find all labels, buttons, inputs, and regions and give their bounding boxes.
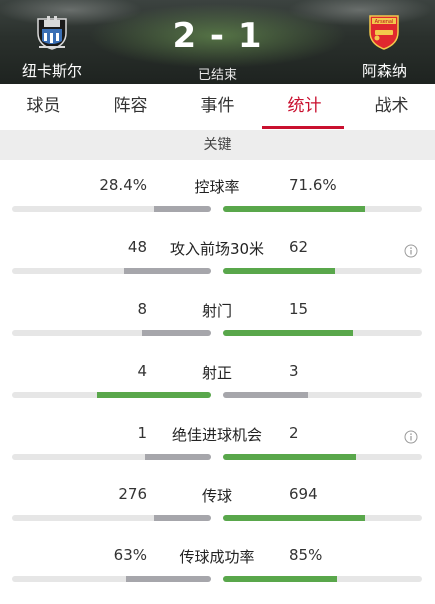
stat-away-value: 71.6% [289, 176, 337, 194]
stat-label: 传球 [201, 487, 232, 505]
match-header: 纽卡斯尔 2 - 1 已结束 Arsenal 阿森纳 [0, 0, 435, 84]
tab-players[interactable]: 球员 [0, 84, 87, 130]
home-bar-track [12, 206, 211, 212]
home-bar-track [12, 454, 211, 460]
info-icon[interactable] [404, 244, 418, 258]
away-bar-track [223, 515, 422, 521]
stat-away-value: 62 [289, 238, 309, 256]
stat-label: 控球率 [194, 178, 240, 196]
home-bar-fill [97, 392, 211, 398]
section-header-key: 关键 [0, 130, 435, 160]
stat-away-value: 85% [289, 546, 323, 564]
active-tab-indicator [262, 126, 344, 129]
home-bar-fill [126, 576, 211, 582]
stat-row: 8 射门 15 [0, 296, 435, 358]
arsenal-crest-text: Arsenal [375, 19, 394, 25]
away-bar-track [223, 576, 422, 582]
stat-label: 绝佳进球机会 [171, 426, 262, 444]
tab-events[interactable]: 事件 [174, 84, 261, 130]
away-team-name[interactable]: 阿森纳 [362, 60, 407, 81]
home-bar-track [12, 576, 211, 582]
stat-away-value: 3 [289, 362, 299, 380]
tab-tactics[interactable]: 战术 [348, 84, 435, 130]
tab-lineup[interactable]: 阵容 [87, 84, 174, 130]
home-bar-fill [154, 206, 211, 212]
away-bar-fill [223, 268, 335, 274]
stat-row: 4 射正 3 [0, 358, 435, 420]
away-bar-track [223, 268, 422, 274]
stat-away-value: 15 [289, 300, 309, 318]
away-bar-fill [223, 576, 337, 582]
home-bar-fill [154, 515, 211, 521]
home-bar-track [12, 515, 211, 521]
stat-label: 攻入前场30米 [169, 240, 265, 258]
stat-away-value: 2 [289, 424, 299, 442]
away-bar-fill [223, 206, 365, 212]
stat-row: 63% 传球成功率 85% [0, 542, 435, 604]
stat-away-value: 694 [289, 485, 318, 503]
away-bar-fill [223, 330, 353, 336]
stat-row: 28.4% 控球率 71.6% [0, 172, 435, 234]
home-bar-fill [124, 268, 211, 274]
stat-row: 1 绝佳进球机会 2 [0, 420, 435, 482]
home-bar-track [12, 392, 211, 398]
tab-stats[interactable]: 统计 [261, 84, 348, 130]
away-bar-fill [223, 515, 365, 521]
away-bar-track [223, 392, 422, 398]
away-bar-fill [223, 392, 308, 398]
home-bar-fill [145, 454, 211, 460]
away-bar-fill [223, 454, 356, 460]
stat-row: 48 攻入前场30米 62 [0, 234, 435, 296]
away-bar-track [223, 454, 422, 460]
arsenal-crest-icon[interactable]: Arsenal [368, 13, 400, 51]
tab-bar: 球员 阵容 事件 统计 战术 [0, 84, 435, 131]
stat-label: 传球成功率 [179, 548, 255, 566]
away-bar-track [223, 206, 422, 212]
home-bar-track [12, 268, 211, 274]
stat-label: 射门 [201, 302, 232, 320]
away-bar-track [223, 330, 422, 336]
home-bar-track [12, 330, 211, 336]
stat-row: 276 传球 694 [0, 481, 435, 543]
info-icon[interactable] [404, 430, 418, 444]
stat-label: 射正 [201, 364, 232, 382]
home-bar-fill [142, 330, 211, 336]
